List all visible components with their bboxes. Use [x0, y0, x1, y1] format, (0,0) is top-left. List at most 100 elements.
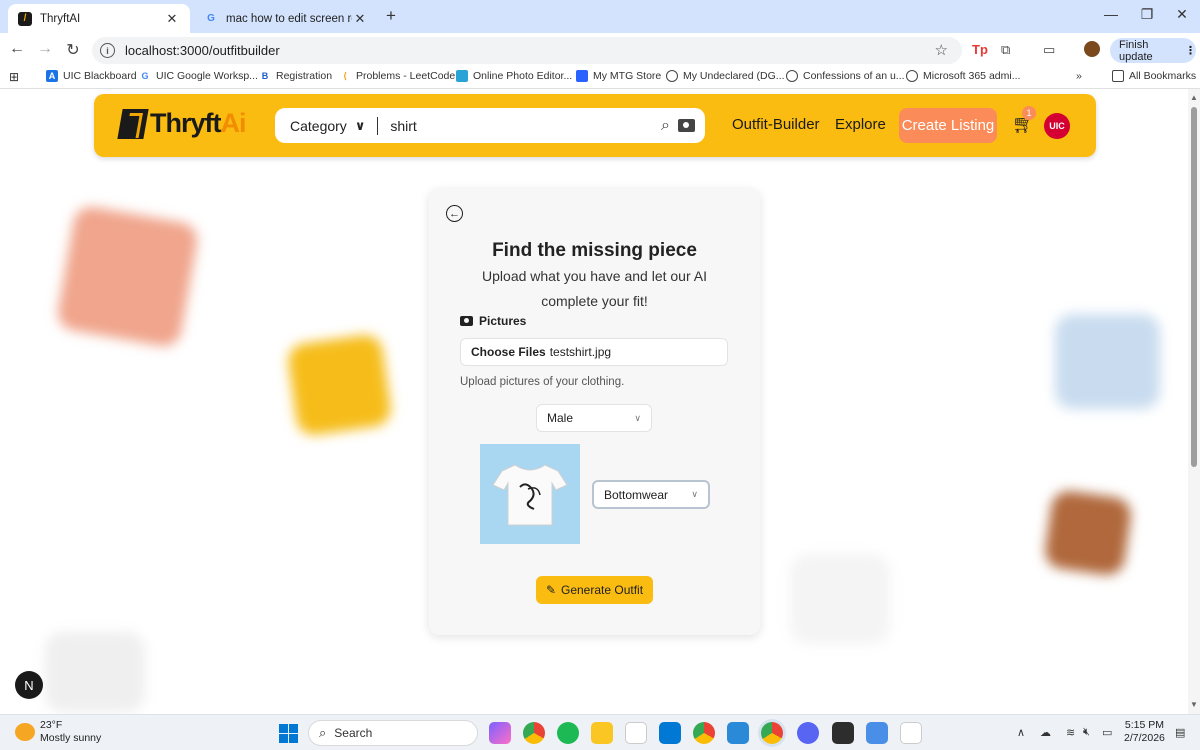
outlook-icon[interactable] — [659, 722, 681, 744]
spotify-icon[interactable] — [557, 722, 579, 744]
tab-google-search[interactable]: G mac how to edit screen recordi ✕ — [194, 4, 378, 33]
chrome-profile-icon[interactable] — [693, 722, 715, 744]
nav-outfit-builder[interactable]: Outfit-Builder — [732, 116, 820, 133]
browser-tab-strip: / ThryftAI ✕ G mac how to edit screen re… — [0, 0, 1200, 33]
file-explorer-icon[interactable] — [591, 722, 613, 744]
menu-dots-icon: ⋮ — [1185, 45, 1196, 57]
all-bookmarks-button[interactable]: All Bookmarks — [1112, 70, 1196, 82]
blurred-clothing-image — [286, 332, 393, 438]
taskbar-search[interactable]: ⌕ Search — [308, 720, 478, 746]
page-viewport: ThryftAi Category ∨ shirt ⌕ Outfit-Build… — [0, 89, 1200, 714]
scroll-up-icon[interactable]: ▲ — [1190, 93, 1198, 102]
chrome-active-icon[interactable] — [761, 722, 783, 744]
close-icon[interactable]: ✕ — [164, 11, 180, 27]
globe-icon — [666, 70, 678, 82]
chrome-icon[interactable] — [523, 722, 545, 744]
bookmark-photo-editor[interactable]: Online Photo Editor... — [456, 70, 572, 82]
reading-list-icon[interactable]: ▭ — [1043, 42, 1055, 58]
pictures-label-text: Pictures — [479, 314, 527, 328]
system-clock[interactable]: 5:15 PM 2/7/2026 — [1124, 719, 1165, 745]
thryftai-logo[interactable]: ThryftAi — [117, 108, 247, 139]
gender-select[interactable]: Male ∨ — [536, 404, 652, 432]
bookmark-label: My MTG Store — [593, 70, 662, 82]
volume-muted-icon[interactable]: 🔇︎ — [1083, 726, 1090, 739]
bookmark-leetcode[interactable]: ⟨ Problems - LeetCode — [339, 70, 455, 82]
cloud-offline-icon[interactable]: ☁ — [1040, 726, 1051, 739]
upload-hint: Upload pictures of your clothing. — [460, 376, 625, 388]
magic-wand-icon: ✎ — [545, 583, 556, 597]
nextjs-dev-badge[interactable]: N — [15, 671, 43, 699]
discord-icon[interactable] — [797, 722, 819, 744]
bookmark-uic-blackboard[interactable]: A UIC Blackboard — [46, 70, 137, 82]
uploaded-shirt-image — [480, 444, 580, 544]
pictures-label: Pictures — [460, 314, 526, 328]
restore-icon[interactable]: ❐ — [1137, 6, 1157, 23]
thryftai-favicon-icon: / — [18, 11, 32, 26]
generate-outfit-button[interactable]: ✎ Generate Outfit — [536, 576, 653, 604]
clock-time: 5:15 PM — [1124, 719, 1164, 731]
apps-grid-icon[interactable]: ⊞ — [9, 70, 19, 84]
more-bookmarks-icon[interactable]: » — [1076, 70, 1082, 82]
back-icon[interactable]: ← — [7, 40, 27, 58]
vscode-icon[interactable] — [727, 722, 749, 744]
snipping-tool-icon[interactable] — [900, 722, 922, 744]
bookmark-mtg-store[interactable]: My MTG Store — [576, 70, 661, 82]
bookmark-star-icon[interactable]: ☆ — [935, 41, 948, 59]
bookmark-undeclared[interactable]: My Undeclared (DG... — [666, 70, 785, 82]
bookmarks-bar: ⊞ A UIC Blackboard G UIC Google Worksp..… — [0, 67, 1200, 89]
tab-thryftai[interactable]: / ThryftAI ✕ — [8, 4, 190, 33]
choose-files-button[interactable]: Choose Files — [471, 345, 546, 359]
copilot-icon[interactable] — [489, 722, 511, 744]
search-icon[interactable]: ⌕ — [661, 117, 670, 135]
chevron-up-icon[interactable]: ∧ — [1017, 726, 1025, 739]
bookmark-uic-google[interactable]: G UIC Google Worksp... — [139, 70, 257, 82]
category-select[interactable]: Bottomwear ∨ — [592, 480, 710, 509]
scrollbar-thumb[interactable] — [1191, 107, 1197, 467]
minimize-icon[interactable]: — — [1101, 6, 1121, 22]
bookmark-confessions[interactable]: Confessions of an u... — [786, 70, 905, 82]
user-avatar[interactable]: UIC — [1044, 113, 1070, 139]
nav-explore[interactable]: Explore — [835, 116, 886, 133]
finish-update-button[interactable]: Finish update ⋮ — [1110, 38, 1196, 63]
category-dropdown[interactable]: Category ∨ — [275, 118, 365, 134]
tp-extension-icon[interactable]: Tp — [972, 42, 988, 57]
notepad-icon[interactable] — [866, 722, 888, 744]
address-bar[interactable]: i localhost:3000/outfitbuilder ☆ — [92, 37, 962, 64]
photo-editor-icon — [456, 70, 468, 82]
create-listing-button[interactable]: Create Listing — [899, 108, 997, 143]
back-arrow-icon[interactable]: ← — [446, 205, 463, 222]
bookmark-label: Microsoft 365 admi... — [923, 70, 1021, 82]
site-info-icon[interactable]: i — [100, 43, 115, 58]
search-input[interactable]: shirt — [390, 118, 661, 134]
notifications-icon[interactable]: ▤ — [1175, 726, 1185, 739]
terminal-icon[interactable] — [832, 722, 854, 744]
close-icon[interactable]: ✕ — [352, 11, 368, 27]
battery-icon[interactable]: ▭ — [1102, 726, 1112, 739]
tab-title: ThryftAI — [40, 12, 81, 25]
extensions-icon[interactable]: ⧉ — [1001, 42, 1010, 58]
window-close-icon[interactable]: ✕ — [1172, 6, 1192, 23]
blurred-clothing-image — [790, 554, 890, 644]
chevron-down-icon: ∨ — [691, 489, 698, 499]
page-title: Find the missing piece — [492, 240, 697, 261]
windows-start-icon[interactable] — [279, 724, 298, 743]
url-text: localhost:3000/outfitbuilder — [125, 43, 280, 58]
weather-widget[interactable]: 23°F Mostly sunny — [15, 719, 101, 745]
bookmark-microsoft-365[interactable]: Microsoft 365 admi... — [906, 70, 1020, 82]
forward-icon[interactable]: → — [35, 40, 55, 58]
profile-avatar-icon[interactable] — [1084, 41, 1100, 57]
divider — [377, 116, 379, 135]
reload-icon[interactable]: ↻ — [63, 40, 83, 60]
category-value: Bottomwear — [604, 487, 669, 502]
scroll-down-icon[interactable]: ▼ — [1190, 700, 1198, 709]
app-header: ThryftAi Category ∨ shirt ⌕ Outfit-Build… — [94, 94, 1096, 157]
new-tab-icon[interactable]: + — [386, 6, 396, 26]
file-upload-input[interactable]: Choose Files testshirt.jpg — [460, 338, 728, 366]
chevron-down-icon: ∨ — [354, 117, 366, 133]
slack-icon[interactable] — [625, 722, 647, 744]
wifi-icon[interactable]: ≋ — [1066, 726, 1075, 739]
camera-search-icon[interactable] — [678, 119, 695, 132]
camera-icon — [460, 316, 473, 326]
bookmark-registration[interactable]: B Registration — [259, 70, 332, 82]
page-scrollbar[interactable]: ▲ ▼ — [1188, 89, 1200, 714]
